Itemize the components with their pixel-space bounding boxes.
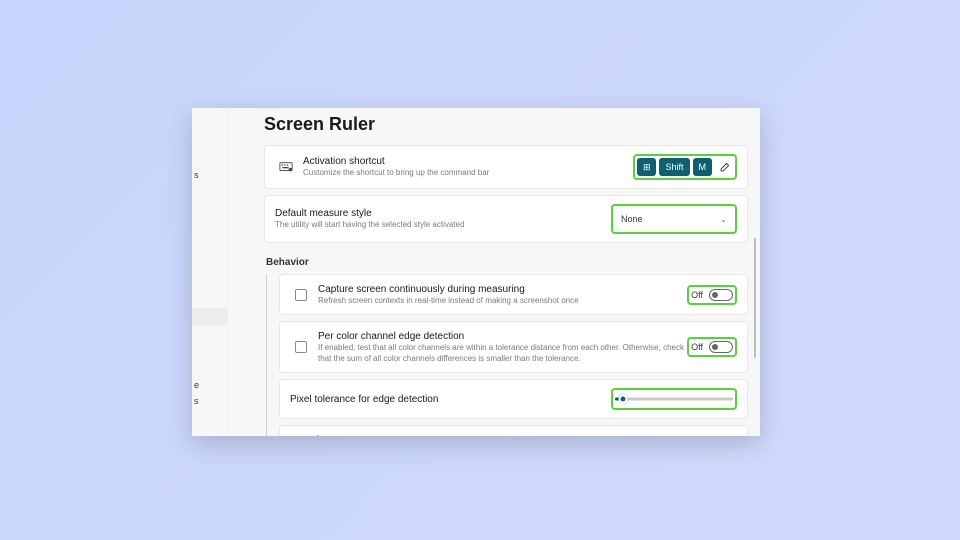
capture-toggle-highlight: Off — [687, 285, 737, 305]
capture-sub: Refresh screen contexts in real-time ins… — [318, 296, 687, 306]
per-color-checkbox[interactable] — [295, 341, 307, 353]
activation-sub: Customize the shortcut to bring up the c… — [303, 168, 633, 178]
tolerance-slider[interactable] — [615, 392, 733, 406]
shortcut-highlight: ⊞ Shift M — [633, 154, 737, 180]
per-color-row: Per color channel edge detection If enab… — [279, 321, 748, 373]
default-measure-style-row: Default measure style The utility will s… — [264, 195, 748, 243]
default-style-sub: The utility will start having the select… — [275, 220, 611, 230]
key-win: ⊞ — [637, 158, 657, 176]
tolerance-slider-highlight — [611, 388, 737, 410]
capture-toggle-label: Off — [691, 290, 703, 300]
sidebar-item-fragment[interactable]: s — [192, 166, 201, 184]
activation-shortcut-row: Activation shortcut Customize the shortc… — [264, 145, 748, 189]
capture-checkbox[interactable] — [295, 289, 307, 301]
page-title: Screen Ruler — [264, 114, 748, 135]
behavior-section-label: Behavior — [266, 257, 748, 268]
tolerance-title: Pixel tolerance for edge detection — [290, 393, 611, 406]
chevron-down-icon: ⌄ — [720, 215, 727, 224]
per-color-toggle-highlight: Off — [687, 337, 737, 357]
behavior-section: Capture screen continuously during measu… — [266, 274, 748, 436]
default-style-highlight: None ⌄ — [611, 204, 737, 234]
content-area: Screen Ruler Activation shortcut Customi… — [264, 114, 760, 436]
slider-thumb[interactable] — [619, 395, 628, 404]
capture-continuously-row: Capture screen continuously during measu… — [279, 274, 748, 315]
draw-feet-row: Draw feet on cross Adds feet to the end … — [279, 425, 748, 436]
feet-title: Draw feet on cross — [290, 434, 687, 436]
keyboard-icon — [275, 160, 297, 174]
sidebar: s e s — [192, 108, 228, 436]
sidebar-item-selected-fragment[interactable] — [192, 308, 227, 326]
activation-title: Activation shortcut — [303, 155, 633, 168]
per-color-toggle-label: Off — [691, 342, 703, 352]
key-shift: Shift — [659, 158, 689, 176]
settings-window: s e s Screen Ruler Activation shortcut C… — [192, 108, 760, 436]
per-color-sub: If enabled, test that all color channels… — [318, 343, 687, 364]
capture-toggle[interactable] — [709, 289, 733, 301]
scrollbar[interactable] — [754, 238, 756, 358]
per-color-toggle[interactable] — [709, 341, 733, 353]
edit-shortcut-button[interactable] — [715, 158, 733, 176]
capture-title: Capture screen continuously during measu… — [318, 283, 687, 296]
default-style-value: None — [621, 214, 643, 224]
pixel-tolerance-row: Pixel tolerance for edge detection — [279, 379, 748, 419]
default-style-title: Default measure style — [275, 207, 611, 220]
key-m: M — [693, 158, 713, 176]
sidebar-item-fragment-3[interactable]: s — [192, 392, 201, 410]
default-style-select[interactable]: None ⌄ — [615, 208, 733, 230]
shortcut-keys: ⊞ Shift M — [637, 158, 712, 176]
per-color-title: Per color channel edge detection — [318, 330, 687, 343]
